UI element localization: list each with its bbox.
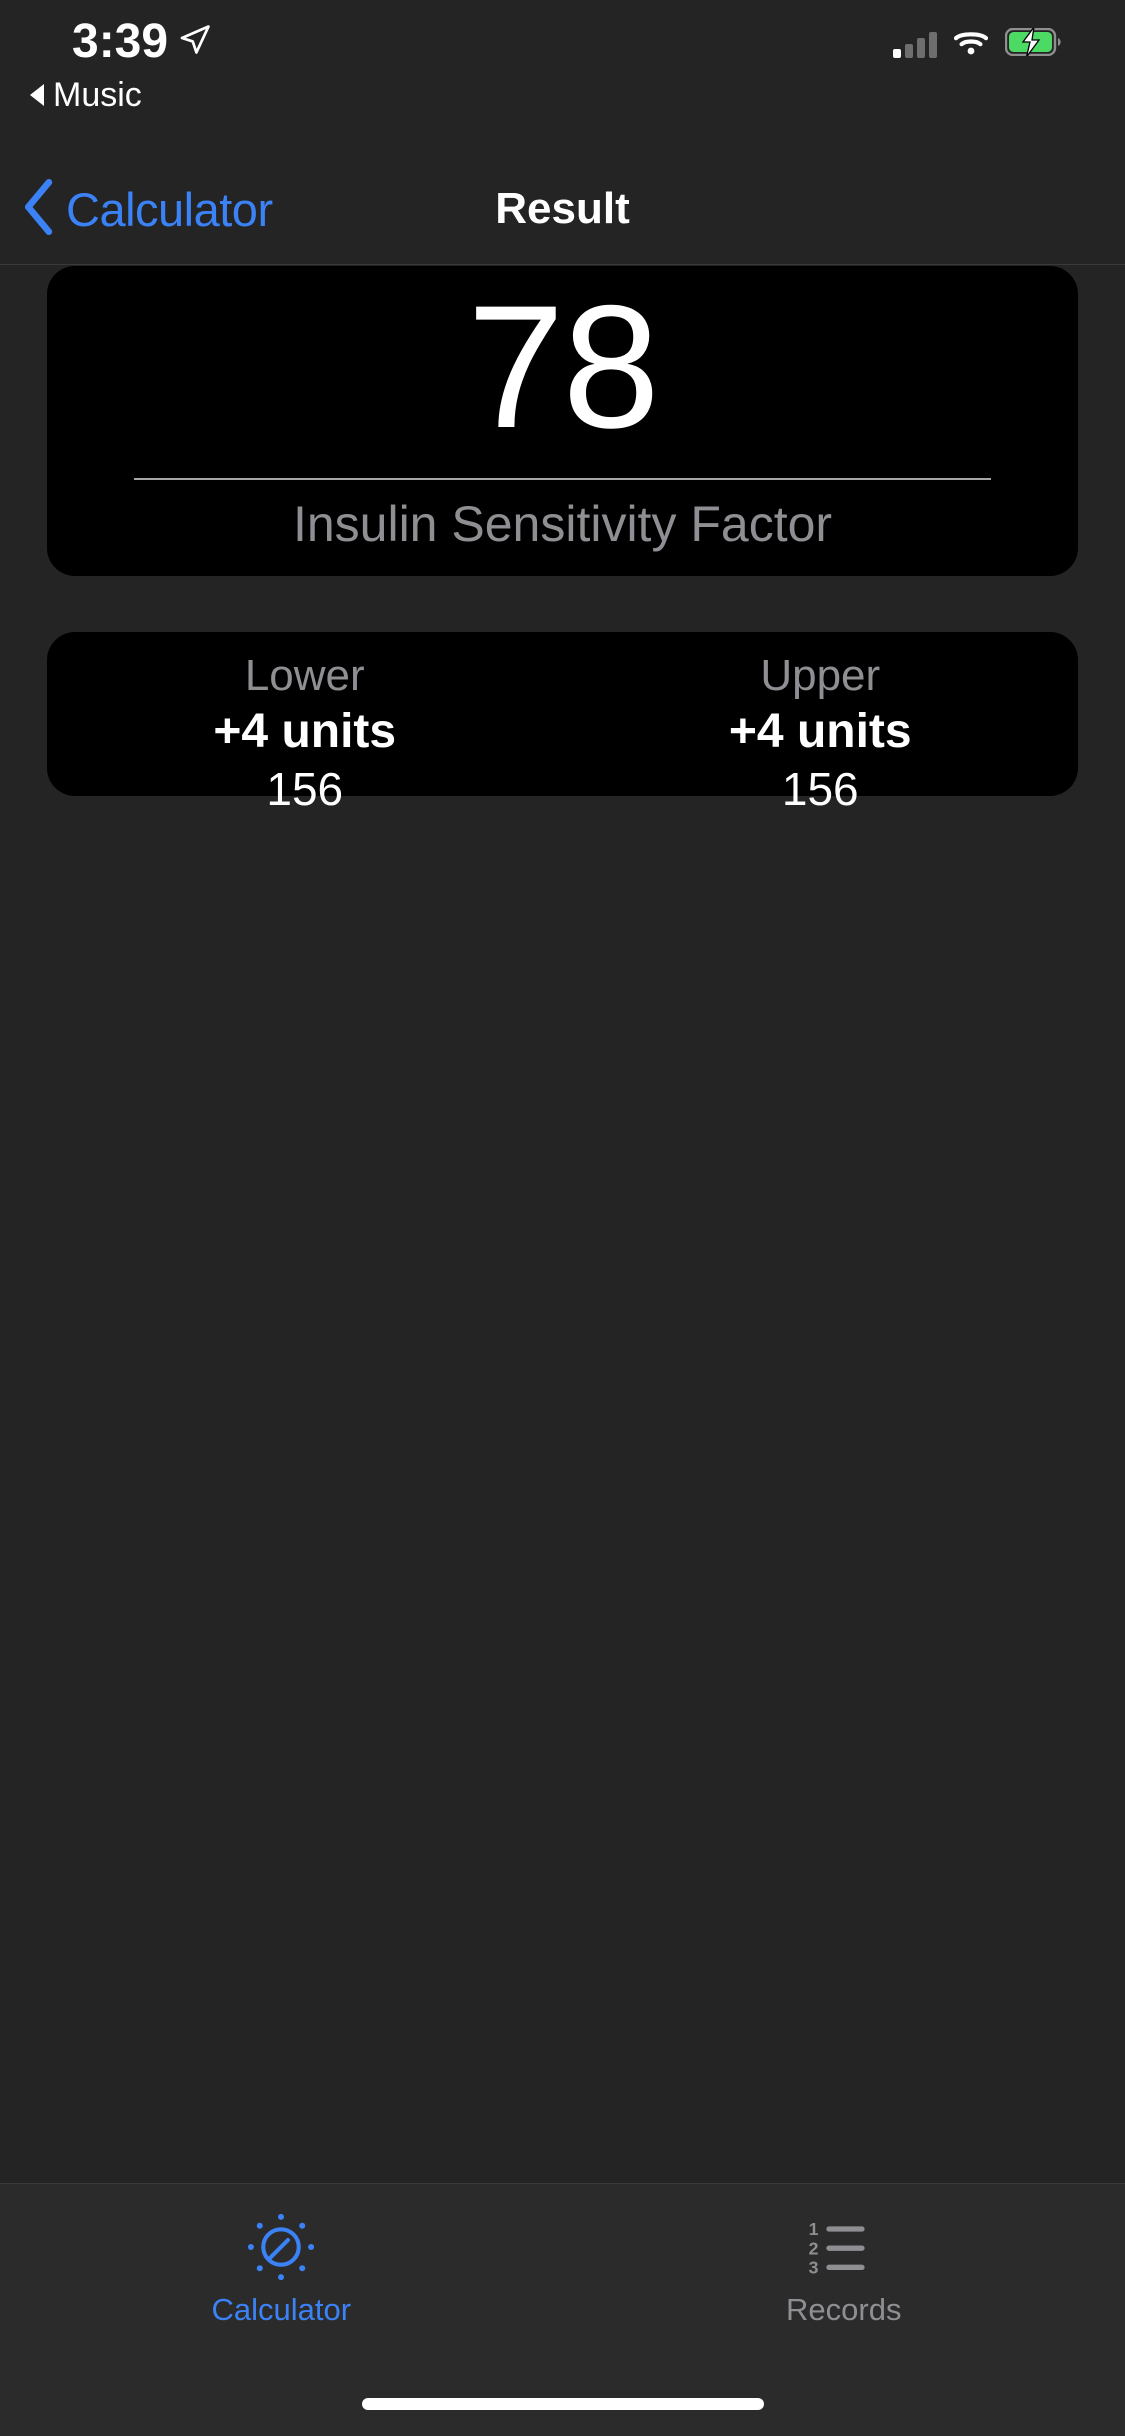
tab-calculator[interactable]: Calculator <box>0 2184 563 2354</box>
range-upper-units: +4 units <box>728 705 912 758</box>
range-lower-units: +4 units <box>213 705 397 758</box>
status-bar: 3:39 Music <box>0 0 1125 175</box>
status-indicators <box>893 26 1063 61</box>
tab-bar: Calculator 1 2 3 Records <box>0 2183 1125 2436</box>
triangle-left-icon <box>30 84 44 106</box>
navigation-bar: Calculator Result <box>0 155 1125 265</box>
range-lower-title: Lower <box>244 651 365 700</box>
app-screen: 3:39 Music Calculator Result 78 Insulin … <box>0 0 1125 2436</box>
tab-records-label: Records <box>786 2292 902 2327</box>
main-content: 78 Insulin Sensitivity Factor Lower +4 u… <box>0 266 1125 2183</box>
back-to-music-button[interactable]: Music <box>30 76 142 114</box>
tab-bar-items: Calculator 1 2 3 Records <box>0 2184 1125 2354</box>
page-title: Result <box>495 184 630 233</box>
wifi-icon <box>953 29 989 61</box>
range-upper-number: 156 <box>781 763 859 815</box>
range-upper-title: Upper <box>760 651 881 700</box>
home-indicator[interactable] <box>361 2398 764 2410</box>
tab-calculator-label: Calculator <box>211 2292 352 2327</box>
back-app-label: Music <box>53 76 142 114</box>
gauge-sun-icon <box>243 2210 319 2284</box>
status-time: 3:39 <box>72 15 169 68</box>
result-label: Insulin Sensitivity Factor <box>292 496 833 552</box>
location-arrow-icon <box>178 23 212 62</box>
svg-text:3: 3 <box>808 2258 818 2275</box>
numbered-list-icon: 1 2 3 <box>808 2210 880 2284</box>
range-lower-number: 156 <box>266 763 344 815</box>
result-card: 78 Insulin Sensitivity Factor <box>47 266 1078 576</box>
battery-charging-icon <box>1004 26 1063 61</box>
range-grid: Lower +4 units 156 Upper +4 units 156 <box>47 632 1079 815</box>
svg-text:2: 2 <box>808 2238 818 2258</box>
status-time-group: 3:39 <box>72 16 212 68</box>
result-value: 78 <box>467 270 660 465</box>
range-card: Lower +4 units 156 Upper +4 units 156 <box>47 632 1079 815</box>
range-column-upper: Upper +4 units 156 <box>563 632 1079 815</box>
range-column-lower: Lower +4 units 156 <box>47 632 563 815</box>
cellular-signal-icon <box>893 31 937 58</box>
card-divider <box>134 478 991 480</box>
tab-records[interactable]: 1 2 3 Records <box>563 2184 1125 2354</box>
svg-text:1: 1 <box>808 2219 818 2239</box>
